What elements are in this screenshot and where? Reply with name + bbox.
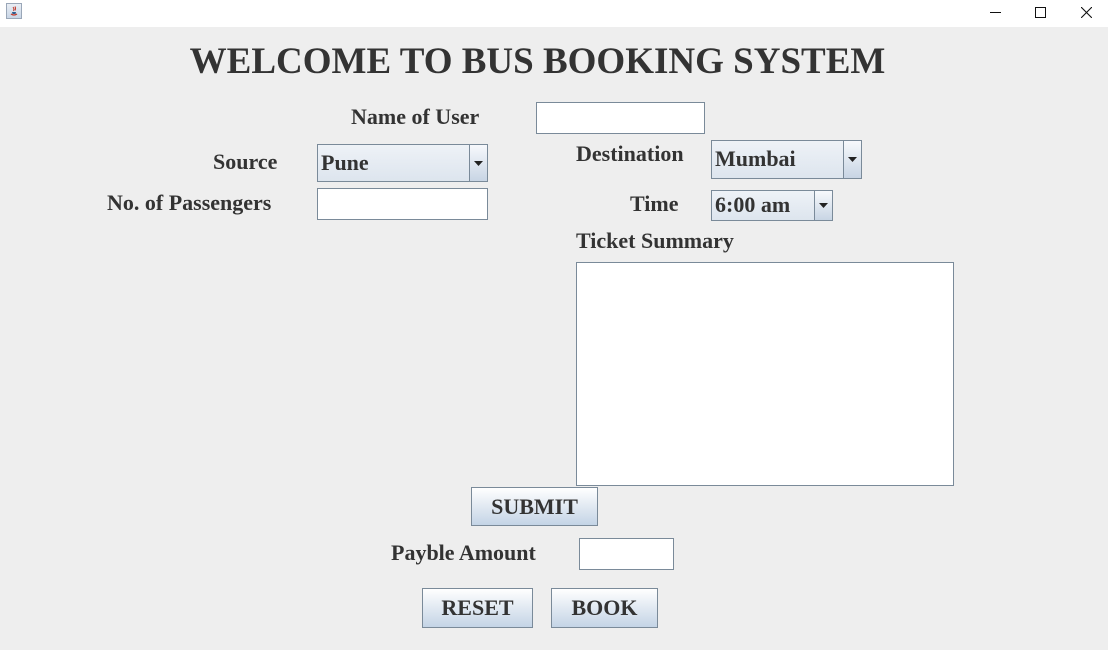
- source-dropdown-arrow[interactable]: [469, 145, 487, 181]
- time-selected-value: 6:00 am: [715, 192, 791, 217]
- destination-dropdown[interactable]: Mumbai: [711, 140, 862, 179]
- ticket-summary-textarea[interactable]: [576, 262, 954, 486]
- ticket-summary-label: Ticket Summary: [576, 228, 734, 253]
- destination-selected-value: Mumbai: [715, 146, 796, 171]
- close-icon: [1080, 6, 1092, 18]
- maximize-icon: [1034, 6, 1046, 18]
- time-dropdown[interactable]: 6:00 am: [711, 190, 833, 221]
- payable-amount-label: Payble Amount: [391, 540, 536, 565]
- page-title: WELCOME TO BUS BOOKING SYSTEM: [189, 41, 886, 82]
- java-app-icon[interactable]: [6, 3, 22, 19]
- close-button[interactable]: [1064, 0, 1108, 24]
- submit-button[interactable]: SUBMIT: [471, 487, 598, 526]
- passengers-label: No. of Passengers: [107, 190, 272, 215]
- source-dropdown[interactable]: Pune: [317, 144, 488, 182]
- payable-amount-input[interactable]: [579, 538, 674, 570]
- name-label: Name of User: [351, 104, 480, 129]
- time-label: Time: [630, 191, 679, 216]
- book-button[interactable]: BOOK: [551, 588, 658, 628]
- maximize-button[interactable]: [1018, 0, 1062, 24]
- passengers-input[interactable]: [317, 188, 488, 220]
- name-input[interactable]: [536, 102, 705, 134]
- time-dropdown-arrow[interactable]: [814, 191, 832, 220]
- title-bar[interactable]: [0, 0, 1108, 27]
- chevron-down-icon: [474, 160, 483, 166]
- source-selected-value: Pune: [321, 150, 369, 175]
- destination-dropdown-arrow[interactable]: [843, 141, 861, 178]
- source-label: Source: [213, 149, 278, 174]
- chevron-down-icon: [848, 157, 857, 162]
- minimize-button[interactable]: [973, 0, 1017, 24]
- destination-label: Destination: [576, 141, 684, 166]
- bus-booking-window: WELCOME TO BUS BOOKING SYSTEM Name of Us…: [0, 0, 1108, 650]
- reset-button[interactable]: RESET: [422, 588, 533, 628]
- chevron-down-icon: [819, 203, 828, 208]
- minimize-icon: [989, 11, 1001, 13]
